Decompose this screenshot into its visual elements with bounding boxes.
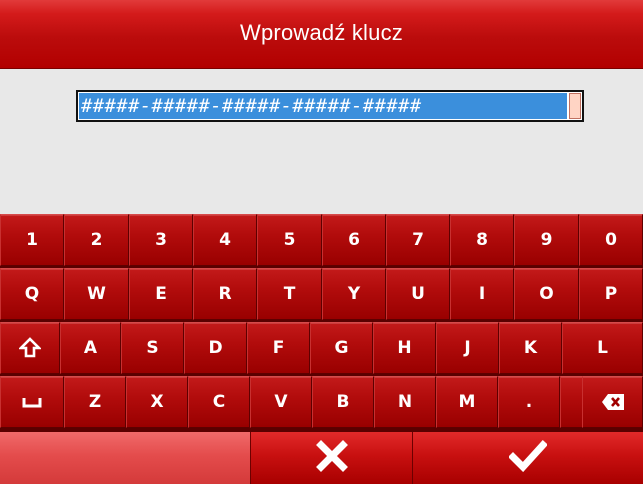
key-v[interactable]: V xyxy=(250,376,312,428)
text-cursor xyxy=(569,93,581,119)
key-r[interactable]: R xyxy=(193,268,257,320)
key-input-value: #####-#####-#####-#####-##### xyxy=(79,93,567,119)
key-k[interactable]: K xyxy=(499,322,562,374)
key-period[interactable]: . xyxy=(498,376,560,428)
key-8[interactable]: 8 xyxy=(450,214,514,266)
backspace-icon xyxy=(601,393,625,411)
action-bar xyxy=(0,432,643,484)
key-o[interactable]: O xyxy=(514,268,579,320)
key-u[interactable]: U xyxy=(386,268,450,320)
key-c[interactable]: C xyxy=(188,376,250,428)
confirm-button[interactable] xyxy=(412,432,643,484)
key-z[interactable]: Z xyxy=(64,376,126,428)
key-b[interactable]: B xyxy=(312,376,374,428)
key-s[interactable]: S xyxy=(121,322,184,374)
title-bar: Wprowadź klucz xyxy=(0,0,643,69)
space-key[interactable] xyxy=(0,376,64,428)
key-input-field[interactable]: #####-#####-#####-#####-##### xyxy=(76,90,584,122)
key-h[interactable]: H xyxy=(373,322,436,374)
key-w[interactable]: W xyxy=(64,268,129,320)
dialog-title: Wprowadź klucz xyxy=(240,20,403,45)
on-screen-keyboard: 1234567890QWERTYUIOPASDFGHJKLZXCVBNM.- xyxy=(0,214,643,432)
key-2[interactable]: 2 xyxy=(64,214,129,266)
cancel-button[interactable] xyxy=(250,432,412,484)
key-i[interactable]: I xyxy=(450,268,514,320)
shift-key[interactable] xyxy=(0,322,60,374)
key-6[interactable]: 6 xyxy=(322,214,386,266)
key-0[interactable]: 0 xyxy=(579,214,643,266)
key-j[interactable]: J xyxy=(436,322,499,374)
key-f[interactable]: F xyxy=(247,322,310,374)
checkmark-icon xyxy=(508,440,548,476)
space-icon xyxy=(21,395,43,409)
key-d[interactable]: D xyxy=(184,322,247,374)
key-e[interactable]: E xyxy=(129,268,193,320)
key-m[interactable]: M xyxy=(436,376,498,428)
key-q[interactable]: Q xyxy=(0,268,64,320)
key-x[interactable]: X xyxy=(126,376,188,428)
key-5[interactable]: 5 xyxy=(257,214,322,266)
empty-button[interactable] xyxy=(0,432,250,484)
key-a[interactable]: A xyxy=(60,322,121,374)
key-p[interactable]: P xyxy=(579,268,643,320)
key-t[interactable]: T xyxy=(257,268,322,320)
key-9[interactable]: 9 xyxy=(514,214,579,266)
key-y[interactable]: Y xyxy=(322,268,386,320)
key-n[interactable]: N xyxy=(374,376,436,428)
key-4[interactable]: 4 xyxy=(193,214,257,266)
key-g[interactable]: G xyxy=(310,322,373,374)
key-l[interactable]: L xyxy=(562,322,643,374)
key-7[interactable]: 7 xyxy=(386,214,450,266)
shift-icon xyxy=(19,337,41,359)
backspace-key[interactable] xyxy=(582,376,643,428)
key-3[interactable]: 3 xyxy=(129,214,193,266)
key-1[interactable]: 1 xyxy=(0,214,64,266)
close-icon xyxy=(315,439,349,477)
